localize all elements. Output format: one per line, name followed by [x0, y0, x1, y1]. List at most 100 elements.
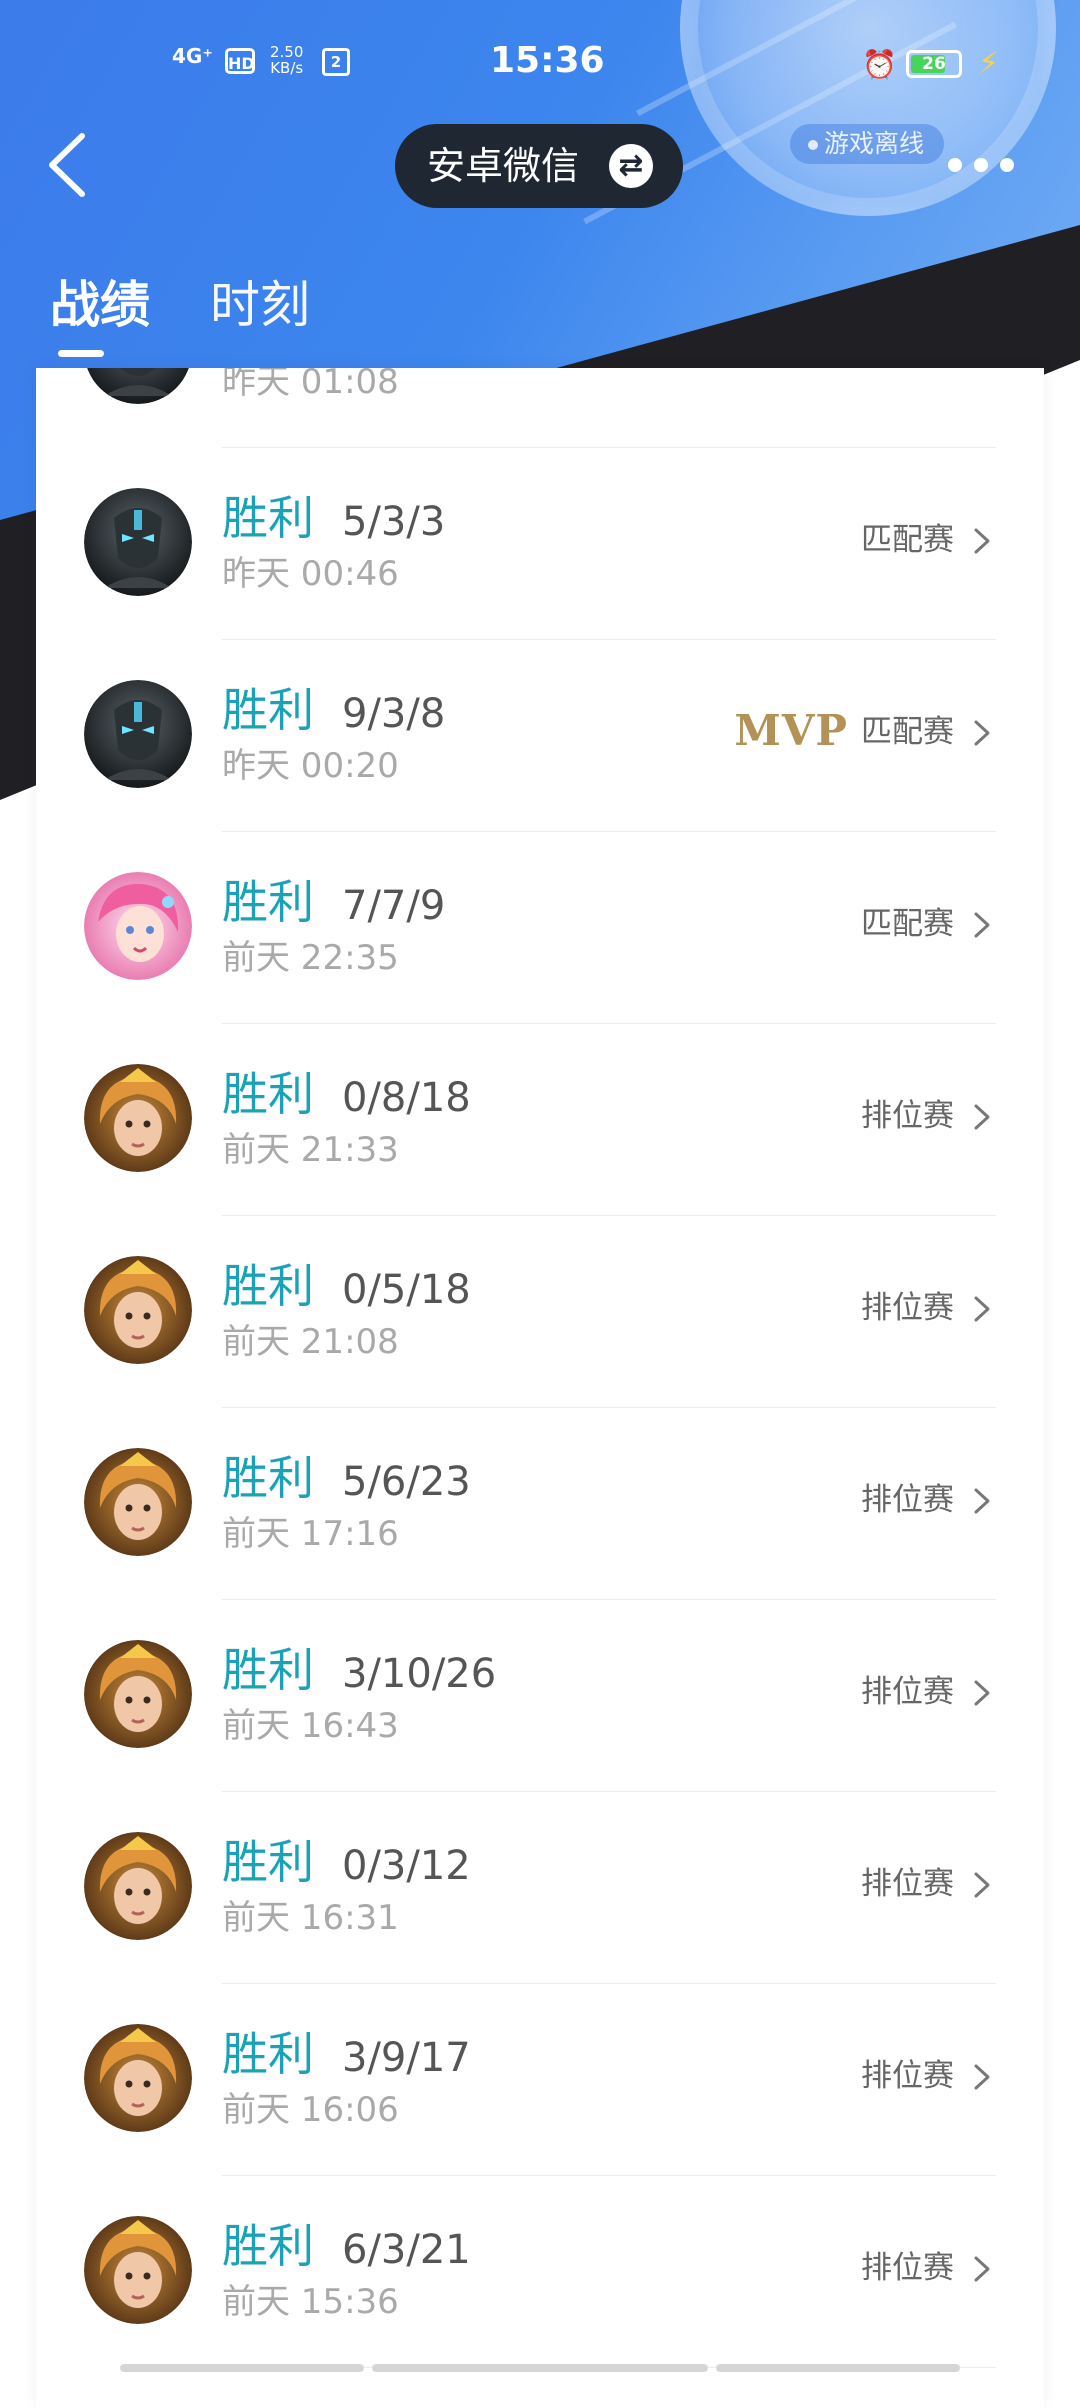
chevron-right-icon	[974, 1872, 990, 1898]
chevron-right-icon	[974, 720, 990, 746]
match-mode: 排位赛	[861, 2250, 954, 2286]
match-result: 胜利	[222, 491, 314, 545]
match-kda: 5/6/23	[342, 1459, 471, 1505]
match-result: 胜利	[222, 1643, 314, 1697]
hero-avatar	[84, 1256, 192, 1364]
scroll-indicator	[120, 2364, 364, 2372]
active-tab-indicator	[58, 350, 104, 357]
mvp-badge: MVP	[734, 706, 848, 755]
chevron-right-icon	[974, 1680, 990, 1706]
match-list: 胜利10/6/6昨天 01:08匹配赛胜利5/3/3昨天 00:46匹配赛胜利9…	[36, 368, 1044, 2368]
more-button[interactable]	[948, 150, 1018, 180]
match-result: 胜利	[222, 2027, 314, 2081]
sim-icon: 2	[322, 48, 350, 76]
scroll-indicator	[716, 2364, 960, 2372]
hd-badge: HD	[225, 48, 255, 74]
battery-icon: 26	[906, 50, 962, 78]
hero-avatar	[84, 1832, 192, 1940]
match-row[interactable]: 胜利 6/3/21 前天 15:36 排位赛	[36, 2176, 1044, 2368]
match-result: 胜利	[222, 1835, 314, 1889]
account-switcher[interactable]: 安卓微信 ⇄	[395, 124, 683, 208]
match-kda: 7/7/9	[342, 883, 446, 929]
match-result: 胜利	[222, 1259, 314, 1313]
match-kda: 3/10/26	[342, 1651, 497, 1697]
hero-avatar	[84, 1064, 192, 1172]
match-mode: 排位赛	[861, 1098, 954, 1134]
chevron-right-icon	[974, 2064, 990, 2090]
match-time: 前天 17:16	[222, 1514, 399, 1554]
match-time: 前天 21:33	[222, 1130, 399, 1170]
more-dots-icon	[1000, 158, 1014, 172]
game-status-label: 游戏离线	[824, 129, 925, 158]
match-mode: 排位赛	[861, 2058, 954, 2094]
match-mode: 排位赛	[861, 1866, 954, 1902]
match-time: 前天 15:36	[222, 2282, 399, 2322]
match-mode: 排位赛	[861, 1290, 954, 1326]
hero-avatar	[84, 1448, 192, 1556]
battery-level: 26	[922, 54, 946, 74]
match-kda: 5/3/3	[342, 499, 446, 545]
match-row[interactable]: 胜利 0/8/18 前天 21:33 排位赛	[36, 1024, 1044, 1216]
chevron-right-icon	[974, 1104, 990, 1130]
match-row[interactable]: 胜利 5/6/23 前天 17:16 排位赛	[36, 1408, 1044, 1600]
match-result: 胜利	[222, 2219, 314, 2273]
match-kda: 6/3/21	[342, 2227, 471, 2273]
match-row[interactable]: 胜利 5/3/3 昨天 00:46 匹配赛	[36, 448, 1044, 640]
match-mode: 排位赛	[861, 1674, 954, 1710]
match-row[interactable]: 胜利 9/3/8 昨天 00:20 MVP 匹配赛	[36, 640, 1044, 832]
match-time: 前天 16:31	[222, 1898, 399, 1938]
match-kda: 0/3/12	[342, 1843, 471, 1889]
chevron-right-icon	[974, 528, 990, 554]
match-mode: 匹配赛	[861, 368, 954, 370]
game-status-badge: 游戏离线	[790, 124, 945, 164]
match-result: 胜利	[222, 1451, 314, 1505]
clock: 15:36	[490, 40, 605, 81]
match-row[interactable]: 胜利 0/5/18 前天 21:08 排位赛	[36, 1216, 1044, 1408]
match-mode: 匹配赛	[861, 906, 954, 942]
match-time: 昨天 00:20	[222, 746, 399, 786]
chevron-right-icon	[974, 2256, 990, 2282]
swap-icon: ⇄	[609, 144, 653, 188]
hero-avatar	[84, 680, 192, 788]
tab-moments[interactable]: 时刻	[210, 270, 310, 340]
more-dots-icon	[948, 158, 962, 172]
hero-avatar	[84, 2216, 192, 2324]
alarm-icon: ⏰	[862, 48, 897, 81]
hero-avatar	[84, 872, 192, 980]
match-time: 前天 16:06	[222, 2090, 399, 2130]
match-row[interactable]: 胜利 3/9/17 前天 16:06 排位赛	[36, 1984, 1044, 2176]
match-kda: 9/3/8	[342, 691, 446, 737]
match-time: 前天 22:35	[222, 938, 399, 978]
hero-avatar	[84, 488, 192, 596]
network-speed: 2.50 KB/s	[270, 44, 303, 76]
match-kda: 0/8/18	[342, 1075, 471, 1121]
hero-avatar	[84, 2024, 192, 2132]
chevron-right-icon	[974, 1296, 990, 1322]
match-row[interactable]: 胜利 0/3/12 前天 16:31 排位赛	[36, 1792, 1044, 1984]
match-result: 胜利	[222, 1067, 314, 1121]
match-time: 昨天 00:46	[222, 554, 399, 594]
match-row[interactable]: 胜利 7/7/9 前天 22:35 匹配赛	[36, 832, 1044, 1024]
more-dots-icon	[974, 158, 988, 172]
match-result: 胜利	[222, 875, 314, 929]
match-list-card: 胜利10/6/6昨天 01:08匹配赛胜利5/3/3昨天 00:46匹配赛胜利9…	[36, 368, 1044, 2408]
chevron-right-icon	[974, 1488, 990, 1514]
charging-icon: ⚡	[978, 46, 1000, 81]
match-time: 昨天 01:08	[222, 368, 399, 402]
back-button[interactable]	[44, 130, 94, 200]
match-time: 前天 21:08	[222, 1322, 399, 1362]
scroll-indicator	[372, 2364, 708, 2372]
account-label: 安卓微信	[427, 144, 580, 188]
match-row[interactable]: 胜利 3/10/26 前天 16:43 排位赛	[36, 1600, 1044, 1792]
match-row[interactable]: 胜利10/6/6昨天 01:08匹配赛	[36, 368, 1044, 448]
match-mode: 匹配赛	[861, 522, 954, 558]
hero-avatar	[84, 368, 192, 404]
speed-unit: KB/s	[270, 59, 304, 77]
match-kda: 3/9/17	[342, 2035, 471, 2081]
network-indicator: 4G⁺	[172, 44, 213, 68]
hero-avatar	[84, 1640, 192, 1748]
tab-record[interactable]: 战绩	[50, 270, 150, 340]
match-time: 前天 16:43	[222, 1706, 399, 1746]
match-result: 胜利	[222, 683, 314, 737]
match-mode: 排位赛	[861, 1482, 954, 1518]
